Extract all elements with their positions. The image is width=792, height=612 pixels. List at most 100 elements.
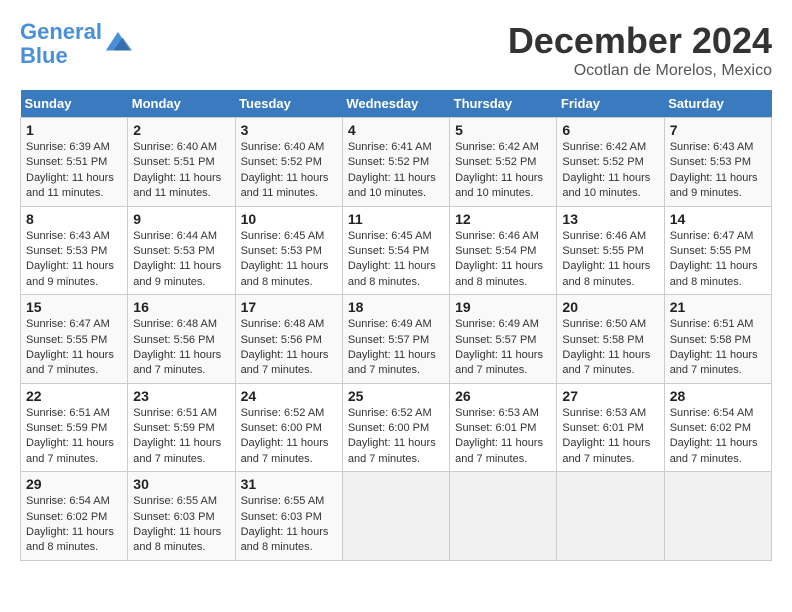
location-title: Ocotlan de Morelos, Mexico [508,62,772,80]
day-number: 17 [241,299,337,315]
day-info: Sunrise: 6:54 AM Sunset: 6:02 PM Dayligh… [26,494,122,556]
sunrise-label: Sunrise: 6:55 AM [241,495,325,507]
day-number: 14 [670,211,766,227]
day-number: 7 [670,122,766,138]
sunset-label: Sunset: 5:54 PM [455,245,536,257]
sunset-label: Sunset: 5:55 PM [670,245,751,257]
day-info: Sunrise: 6:51 AM Sunset: 5:58 PM Dayligh… [670,317,766,379]
day-info: Sunrise: 6:55 AM Sunset: 6:03 PM Dayligh… [241,494,337,556]
sunrise-label: Sunrise: 6:55 AM [133,495,217,507]
day-info: Sunrise: 6:50 AM Sunset: 5:58 PM Dayligh… [562,317,658,379]
daylight-label: Daylight: 11 hours and 8 minutes. [348,260,436,287]
day-number: 23 [133,388,229,404]
daylight-label: Daylight: 11 hours and 7 minutes. [670,437,758,464]
calendar-cell [342,472,449,561]
sunset-label: Sunset: 6:01 PM [455,422,536,434]
calendar-cell: 2 Sunrise: 6:40 AM Sunset: 5:51 PM Dayli… [128,118,235,207]
daylight-label: Daylight: 11 hours and 7 minutes. [133,349,221,376]
day-number: 30 [133,476,229,492]
calendar-cell [450,472,557,561]
day-info: Sunrise: 6:49 AM Sunset: 5:57 PM Dayligh… [455,317,551,379]
calendar-cell: 3 Sunrise: 6:40 AM Sunset: 5:52 PM Dayli… [235,118,342,207]
sunset-label: Sunset: 5:51 PM [26,156,107,168]
calendar-cell: 17 Sunrise: 6:48 AM Sunset: 5:56 PM Dayl… [235,295,342,384]
daylight-label: Daylight: 11 hours and 7 minutes. [455,349,543,376]
calendar-cell: 7 Sunrise: 6:43 AM Sunset: 5:53 PM Dayli… [664,118,771,207]
day-info: Sunrise: 6:45 AM Sunset: 5:53 PM Dayligh… [241,229,337,291]
day-info: Sunrise: 6:52 AM Sunset: 6:00 PM Dayligh… [348,406,444,468]
day-number: 28 [670,388,766,404]
day-info: Sunrise: 6:40 AM Sunset: 5:52 PM Dayligh… [241,140,337,202]
day-info: Sunrise: 6:47 AM Sunset: 5:55 PM Dayligh… [26,317,122,379]
sunset-label: Sunset: 5:53 PM [133,245,214,257]
sunset-label: Sunset: 5:59 PM [26,422,107,434]
daylight-label: Daylight: 11 hours and 7 minutes. [26,349,114,376]
day-info: Sunrise: 6:51 AM Sunset: 5:59 PM Dayligh… [26,406,122,468]
calendar-header: Sunday Monday Tuesday Wednesday Thursday… [21,90,772,118]
sunset-label: Sunset: 5:56 PM [133,334,214,346]
sunrise-label: Sunrise: 6:44 AM [133,230,217,242]
calendar-cell: 24 Sunrise: 6:52 AM Sunset: 6:00 PM Dayl… [235,383,342,472]
sunset-label: Sunset: 5:55 PM [26,334,107,346]
sunset-label: Sunset: 6:02 PM [26,511,107,523]
sunrise-label: Sunrise: 6:54 AM [670,407,754,419]
daylight-label: Daylight: 11 hours and 9 minutes. [26,260,114,287]
month-title: December 2024 [508,20,772,62]
day-info: Sunrise: 6:51 AM Sunset: 5:59 PM Dayligh… [133,406,229,468]
day-info: Sunrise: 6:40 AM Sunset: 5:51 PM Dayligh… [133,140,229,202]
header-row: Sunday Monday Tuesday Wednesday Thursday… [21,90,772,118]
sunset-label: Sunset: 5:58 PM [562,334,643,346]
calendar-cell [557,472,664,561]
sunset-label: Sunset: 6:00 PM [348,422,429,434]
calendar-cell: 10 Sunrise: 6:45 AM Sunset: 5:53 PM Dayl… [235,206,342,295]
calendar-cell: 8 Sunrise: 6:43 AM Sunset: 5:53 PM Dayli… [21,206,128,295]
calendar-cell: 14 Sunrise: 6:47 AM Sunset: 5:55 PM Dayl… [664,206,771,295]
calendar-body: 1 Sunrise: 6:39 AM Sunset: 5:51 PM Dayli… [21,118,772,561]
day-info: Sunrise: 6:53 AM Sunset: 6:01 PM Dayligh… [562,406,658,468]
calendar-cell: 29 Sunrise: 6:54 AM Sunset: 6:02 PM Dayl… [21,472,128,561]
day-info: Sunrise: 6:43 AM Sunset: 5:53 PM Dayligh… [670,140,766,202]
day-number: 25 [348,388,444,404]
sunrise-label: Sunrise: 6:51 AM [133,407,217,419]
day-number: 31 [241,476,337,492]
sunrise-label: Sunrise: 6:48 AM [241,318,325,330]
sunset-label: Sunset: 5:53 PM [26,245,107,257]
day-info: Sunrise: 6:42 AM Sunset: 5:52 PM Dayligh… [455,140,551,202]
day-number: 16 [133,299,229,315]
daylight-label: Daylight: 11 hours and 7 minutes. [455,437,543,464]
calendar-week-3: 15 Sunrise: 6:47 AM Sunset: 5:55 PM Dayl… [21,295,772,384]
sunrise-label: Sunrise: 6:49 AM [348,318,432,330]
sunset-label: Sunset: 5:55 PM [562,245,643,257]
daylight-label: Daylight: 11 hours and 11 minutes. [26,172,114,199]
sunrise-label: Sunrise: 6:46 AM [455,230,539,242]
calendar-cell: 13 Sunrise: 6:46 AM Sunset: 5:55 PM Dayl… [557,206,664,295]
day-info: Sunrise: 6:45 AM Sunset: 5:54 PM Dayligh… [348,229,444,291]
day-info: Sunrise: 6:49 AM Sunset: 5:57 PM Dayligh… [348,317,444,379]
day-info: Sunrise: 6:39 AM Sunset: 5:51 PM Dayligh… [26,140,122,202]
day-number: 4 [348,122,444,138]
day-number: 12 [455,211,551,227]
calendar-cell: 21 Sunrise: 6:51 AM Sunset: 5:58 PM Dayl… [664,295,771,384]
sunset-label: Sunset: 5:56 PM [241,334,322,346]
sunrise-label: Sunrise: 6:53 AM [455,407,539,419]
calendar-cell: 1 Sunrise: 6:39 AM Sunset: 5:51 PM Dayli… [21,118,128,207]
day-number: 3 [241,122,337,138]
daylight-label: Daylight: 11 hours and 7 minutes. [670,349,758,376]
calendar-week-1: 1 Sunrise: 6:39 AM Sunset: 5:51 PM Dayli… [21,118,772,207]
sunrise-label: Sunrise: 6:43 AM [26,230,110,242]
calendar-cell: 15 Sunrise: 6:47 AM Sunset: 5:55 PM Dayl… [21,295,128,384]
calendar-week-5: 29 Sunrise: 6:54 AM Sunset: 6:02 PM Dayl… [21,472,772,561]
sunrise-label: Sunrise: 6:53 AM [562,407,646,419]
sunrise-label: Sunrise: 6:42 AM [455,141,539,153]
day-number: 18 [348,299,444,315]
sunset-label: Sunset: 5:52 PM [455,156,536,168]
sunset-label: Sunset: 5:52 PM [562,156,643,168]
col-saturday: Saturday [664,90,771,118]
sunrise-label: Sunrise: 6:40 AM [241,141,325,153]
logo-icon [104,30,132,58]
sunset-label: Sunset: 5:59 PM [133,422,214,434]
day-number: 13 [562,211,658,227]
sunset-label: Sunset: 5:52 PM [241,156,322,168]
sunrise-label: Sunrise: 6:50 AM [562,318,646,330]
daylight-label: Daylight: 11 hours and 7 minutes. [26,437,114,464]
